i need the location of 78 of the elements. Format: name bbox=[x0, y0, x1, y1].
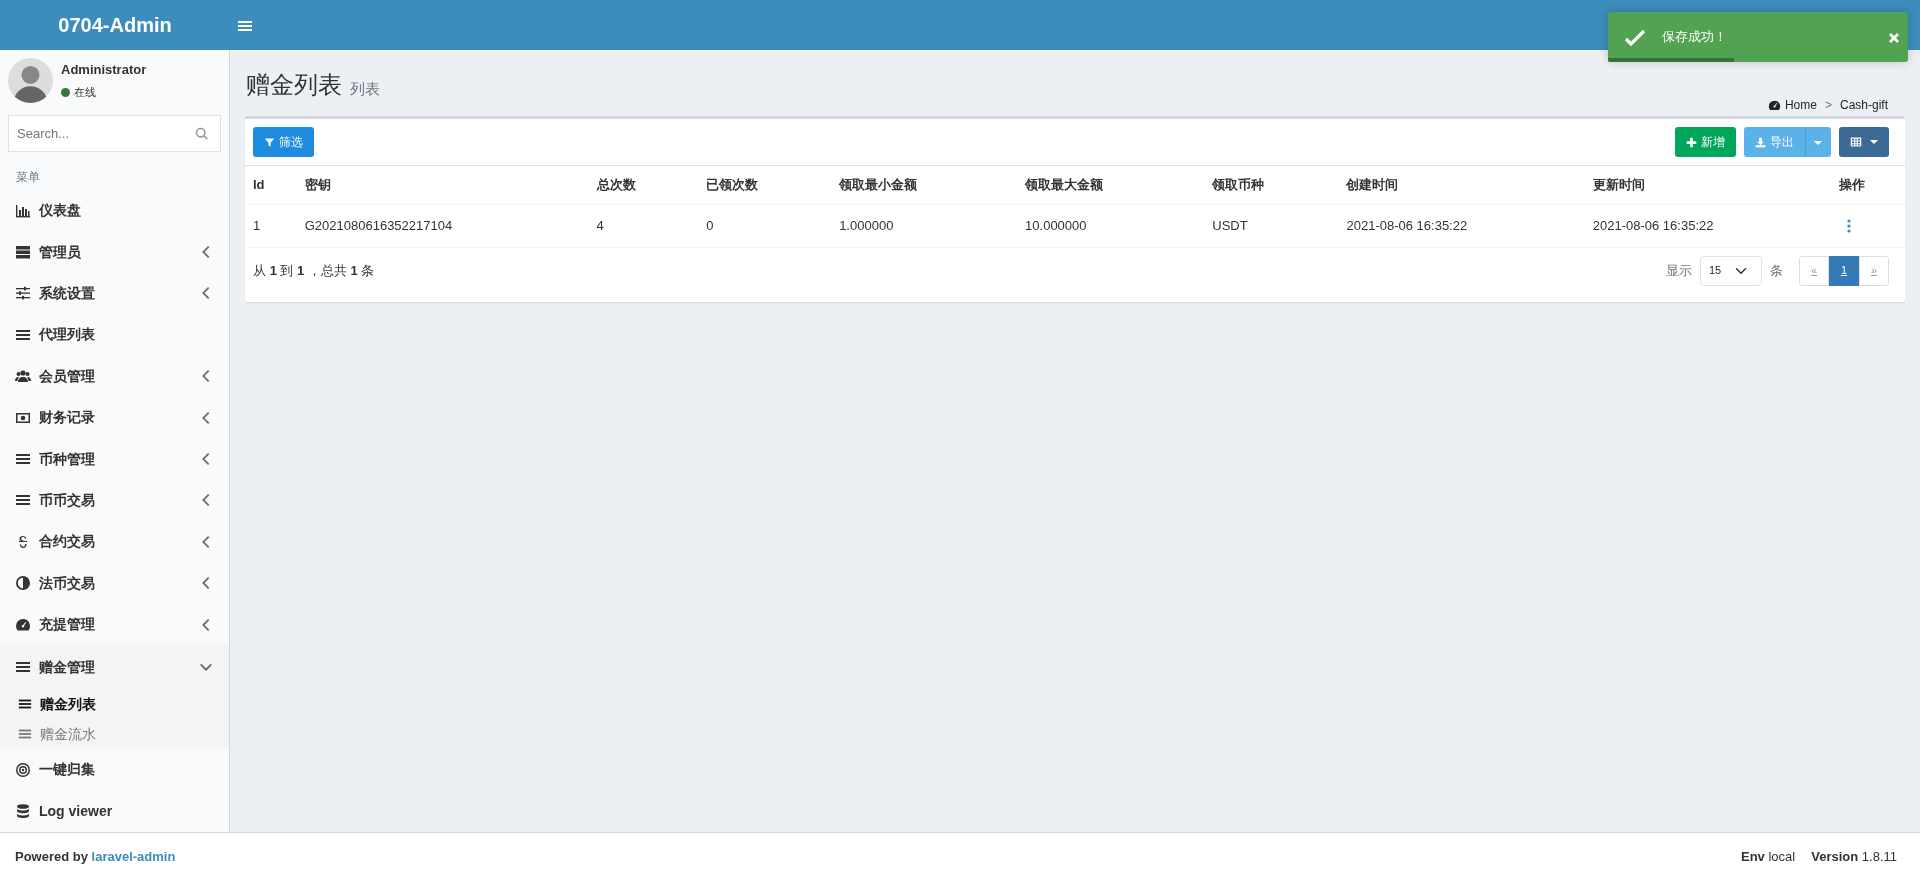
record-summary: 从 1 到 1 ，总共 1 条 bbox=[253, 261, 375, 280]
status-dot bbox=[61, 87, 70, 97]
table-cell: 1.000000 bbox=[831, 204, 1018, 247]
breadcrumb-link[interactable]: Cash-gift bbox=[1839, 96, 1888, 114]
users-icon bbox=[15, 368, 31, 385]
per-page-unit: 条 bbox=[1770, 261, 1783, 280]
column-header: 总次数 bbox=[588, 166, 699, 204]
sidebar-item[interactable]: 币种管理 bbox=[0, 438, 229, 480]
bar-chart-icon bbox=[15, 202, 31, 219]
sidebar-item[interactable]: 仪表盘 bbox=[0, 190, 229, 232]
table-cell: 2021-08-06 16:35:22 bbox=[1338, 204, 1585, 247]
table-cell: 4 bbox=[588, 204, 699, 247]
column-header: 密钥 bbox=[296, 166, 589, 204]
check-icon bbox=[1624, 27, 1646, 47]
search-icon bbox=[195, 127, 209, 141]
sidebar-item[interactable]: 一键归集 bbox=[0, 749, 229, 791]
footer-link[interactable]: laravel-admin bbox=[91, 849, 176, 865]
sidebar-item[interactable]: 充提管理 bbox=[0, 603, 229, 646]
column-header: 操作 bbox=[1831, 166, 1905, 204]
breadcrumb-link[interactable]: Home bbox=[1767, 96, 1817, 114]
sidebar-item[interactable]: 财务记录 bbox=[0, 396, 229, 439]
more-vertical-icon bbox=[1847, 219, 1852, 234]
columns-button[interactable] bbox=[1839, 127, 1889, 157]
per-page-label: 显示 bbox=[1666, 261, 1692, 280]
column-header: 领取最大金额 bbox=[1017, 166, 1205, 204]
filter-button[interactable]: 筛选 bbox=[253, 127, 314, 157]
target-icon bbox=[15, 762, 31, 778]
sidebar-item[interactable]: Log viewer bbox=[0, 790, 229, 833]
version-info: Version 1.8.11 bbox=[1811, 848, 1897, 867]
sidebar-item[interactable]: 会员管理 bbox=[0, 355, 229, 397]
export-dropdown-button[interactable] bbox=[1805, 127, 1831, 157]
menu-header: 菜单 bbox=[15, 169, 41, 186]
submenu-item[interactable]: 赠金列表 bbox=[0, 689, 229, 720]
app-logo[interactable]: 0704-Admin bbox=[0, 0, 230, 50]
sliders-icon bbox=[15, 285, 31, 302]
server-icon bbox=[15, 244, 31, 261]
submenu-item[interactable]: 赠金流水 bbox=[0, 719, 229, 750]
table-cell: 0 bbox=[698, 204, 832, 247]
per-page-select[interactable]: 15 bbox=[1700, 255, 1762, 286]
plus-icon bbox=[1686, 136, 1697, 148]
env-info: Env local bbox=[1741, 848, 1796, 867]
breadcrumb-separator: > bbox=[1824, 97, 1832, 114]
sidebar-item[interactable]: 法币交易 bbox=[0, 562, 229, 604]
footer-text: Powered by laravel-admin bbox=[15, 848, 176, 867]
table-cell: USDT bbox=[1204, 204, 1339, 247]
page-title: 赠金列表 bbox=[246, 71, 342, 100]
table-cell: 1 bbox=[245, 204, 297, 247]
download-icon bbox=[1755, 136, 1766, 148]
sidebar-item[interactable]: 系统设置 bbox=[0, 272, 229, 315]
table-cell: G2021080616352217104 bbox=[296, 204, 589, 247]
avatar-icon bbox=[8, 58, 53, 103]
search-field[interactable]: Search... bbox=[8, 115, 221, 152]
caret-icon bbox=[1870, 140, 1878, 144]
column-header: Id bbox=[245, 166, 297, 204]
page-link[interactable]: 1 bbox=[1829, 255, 1859, 286]
status-text: 在线 bbox=[74, 84, 96, 100]
database-icon bbox=[15, 803, 31, 820]
sidebar-item[interactable]: 管理员 bbox=[0, 231, 229, 273]
filter-icon bbox=[264, 136, 275, 148]
table-icon bbox=[1850, 136, 1862, 148]
sidebar-item[interactable]: 币币交易 bbox=[0, 479, 229, 522]
gauge-icon bbox=[1767, 98, 1781, 112]
user-name: Administrator bbox=[61, 61, 147, 80]
gauge-icon bbox=[15, 616, 31, 633]
caret-icon bbox=[1814, 140, 1822, 145]
menu-icon bbox=[238, 18, 252, 33]
table-cell: 10.000000 bbox=[1017, 204, 1205, 247]
column-header: 已领次数 bbox=[698, 166, 832, 204]
column-header: 更新时间 bbox=[1584, 166, 1832, 204]
close-icon bbox=[1888, 31, 1900, 44]
sidebar-item[interactable]: 代理列表 bbox=[0, 314, 229, 356]
column-header: 创建时间 bbox=[1338, 166, 1585, 204]
column-header: 领取最小金额 bbox=[831, 166, 1018, 204]
toast-message: 保存成功！ bbox=[1662, 28, 1727, 47]
table-cell: 2021-08-06 16:35:22 bbox=[1584, 204, 1832, 247]
sidebar-item[interactable]: 合约交易 bbox=[0, 521, 229, 563]
column-header: 领取币种 bbox=[1204, 166, 1339, 204]
page-subtitle: 列表 bbox=[350, 78, 380, 99]
